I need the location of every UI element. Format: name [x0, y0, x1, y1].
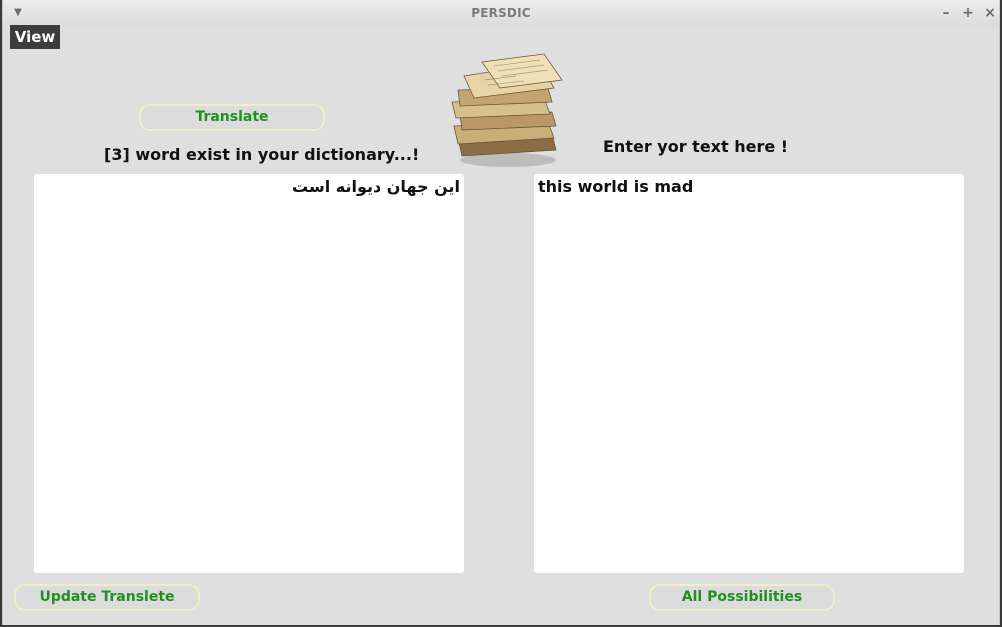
all-possibilities-button[interactable]: All Possibilities: [649, 584, 835, 611]
dictionary-books-icon: [444, 52, 574, 174]
minimize-icon[interactable]: –: [937, 4, 955, 22]
maximize-icon[interactable]: +: [959, 4, 977, 22]
window-title: PERSDIC: [471, 6, 531, 20]
source-text-value: this world is mad: [538, 177, 694, 196]
translate-button[interactable]: Translate: [139, 104, 325, 131]
app-window: ▼ PERSDIC – + × View Translate [3] word …: [2, 0, 1000, 625]
view-menu[interactable]: View: [10, 25, 60, 49]
translation-output-text: این جهان دیوانه است: [292, 177, 460, 196]
title-bar: ▼ PERSDIC – + ×: [3, 0, 999, 26]
input-prompt-label: Enter yor text here !: [603, 137, 789, 156]
source-text-input[interactable]: this world is mad: [534, 174, 964, 573]
translation-output-area[interactable]: این جهان دیوانه است: [34, 174, 464, 573]
dictionary-status-label: [3] word exist in your dictionary...!: [104, 145, 420, 164]
close-icon[interactable]: ×: [981, 4, 999, 22]
update-translate-button[interactable]: Update Translete: [14, 584, 200, 611]
